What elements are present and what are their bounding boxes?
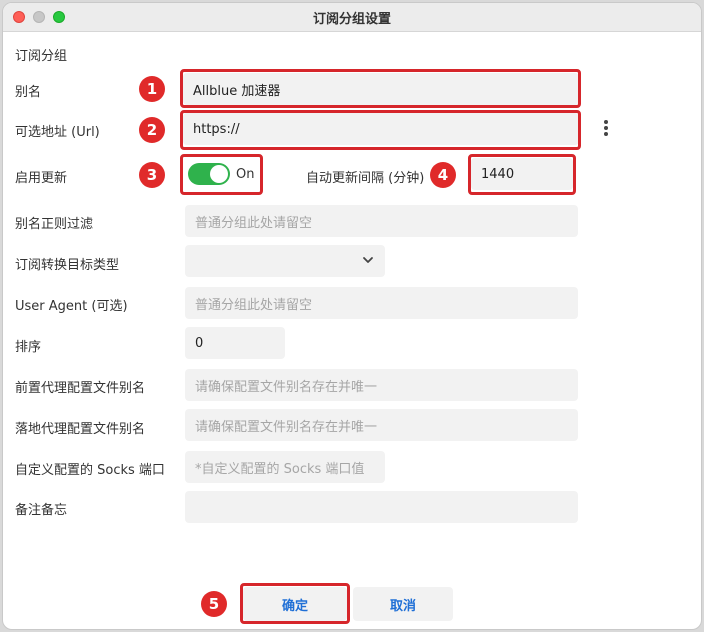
chevron-down-icon (363, 257, 373, 263)
next-proxy-label: 落地代理配置文件别名 (15, 422, 146, 437)
annotation-1: 1 (139, 76, 165, 102)
maximize-window-button[interactable] (53, 11, 65, 23)
toggle-state-label: On (236, 167, 255, 182)
auto-update-toggle[interactable] (188, 163, 230, 185)
memo-label: 备注备忘 (15, 503, 68, 518)
alias-highlight (180, 69, 581, 108)
socks-port-label: 自定义配置的 Socks 端口 (15, 463, 165, 478)
prev-proxy-input[interactable]: 请确保配置文件别名存在并唯一 (185, 369, 578, 401)
interval-label: 自动更新间隔 (分钟) (306, 171, 425, 186)
user-agent-label: User Agent (可选) (15, 299, 128, 314)
sort-input[interactable]: 0 (185, 327, 285, 359)
url-label: 可选地址 (Url) (15, 125, 100, 140)
annotation-3: 3 (139, 162, 165, 188)
alias-label: 别名 (15, 85, 42, 100)
auto-update-label: 启用更新 (15, 171, 68, 186)
confirm-highlight (240, 583, 350, 624)
annotation-5: 5 (201, 591, 227, 617)
alias-regex-input[interactable]: 普通分组此处请留空 (185, 205, 578, 237)
alias-regex-label: 别名正则过滤 (15, 217, 94, 232)
convert-target-select[interactable] (185, 245, 385, 277)
convert-target-label: 订阅转换目标类型 (15, 258, 120, 273)
url-highlight (180, 110, 581, 150)
interval-highlight (468, 154, 576, 195)
annotation-4: 4 (430, 162, 456, 188)
prev-proxy-label: 前置代理配置文件别名 (15, 381, 146, 396)
title-bar: 订阅分组设置 (3, 3, 701, 32)
minimize-window-button[interactable] (33, 11, 45, 23)
cancel-button[interactable]: 取消 (353, 587, 453, 621)
memo-input[interactable] (185, 491, 578, 523)
window-title: 订阅分组设置 (312, 11, 391, 27)
user-agent-input[interactable]: 普通分组此处请留空 (185, 287, 578, 319)
more-options-icon[interactable] (603, 120, 609, 138)
socks-port-input[interactable]: *自定义配置的 Socks 端口值 (185, 451, 385, 483)
toggle-knob (210, 165, 228, 183)
close-window-button[interactable] (13, 11, 25, 23)
annotation-2: 2 (139, 117, 165, 143)
window-controls (13, 11, 65, 23)
group-section-label: 订阅分组 (15, 49, 68, 64)
settings-window: 订阅分组设置 订阅分组 别名 Allblue 加速器 1 可选地址 (Url) … (2, 2, 702, 630)
next-proxy-input[interactable]: 请确保配置文件别名存在并唯一 (185, 409, 578, 441)
sort-label: 排序 (15, 340, 42, 355)
